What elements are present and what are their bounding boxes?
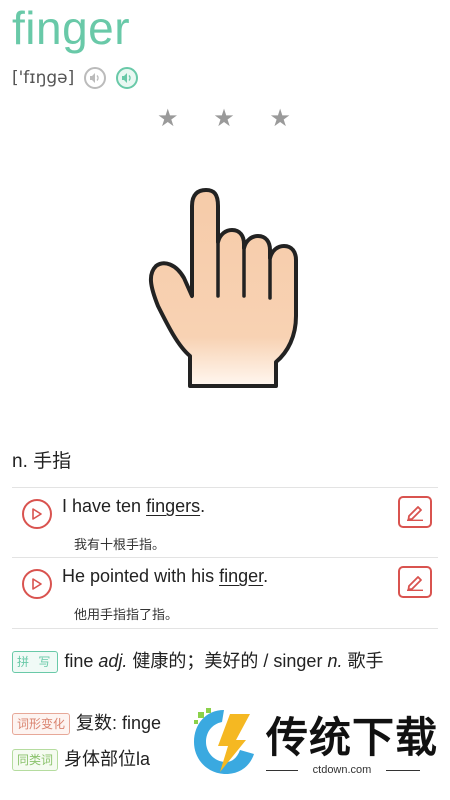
example-translation: 我有十根手指。: [74, 537, 166, 552]
morphology-text: 复数: finge: [76, 713, 162, 733]
speaker-icon[interactable]: [84, 67, 107, 89]
spelling-info: 拼 写 fine adj. 健康的；美好的 / singer n. 歌手: [12, 648, 432, 674]
watermark-line-right: [386, 770, 420, 771]
speaker-icon[interactable]: [116, 67, 139, 89]
watermark: 传统下载 ctdown.com: [180, 700, 450, 800]
example-row: He pointed with his finger. 他用手指指了指。: [12, 557, 438, 628]
difficulty-stars: ★ ★ ★: [157, 105, 305, 132]
example-row: I have ten fingers. 我有十根手指。: [12, 487, 438, 558]
finger-illustration: [148, 186, 308, 396]
definition: n. 手指: [12, 451, 72, 472]
divider: [12, 628, 438, 629]
similar-words-tag: 同类词: [12, 749, 59, 771]
spelling-tag: 拼 写: [12, 651, 59, 673]
play-icon[interactable]: [22, 499, 52, 529]
edit-icon[interactable]: [398, 566, 432, 598]
phonetic: ['fɪŋgə]: [12, 68, 75, 88]
spelling-text: fine adj. 健康的；美好的 / singer n. 歌手: [64, 651, 384, 671]
example-translation: 他用手指指了指。: [74, 607, 179, 622]
example-sentence: I have ten fingers.: [62, 496, 206, 516]
phonetic-row: ['fɪŋgə]: [12, 64, 139, 92]
edit-icon[interactable]: [398, 496, 432, 528]
similar-words-text: 身体部位la: [64, 749, 151, 769]
watermark-title: 传统下载: [266, 714, 439, 761]
play-icon[interactable]: [22, 569, 52, 599]
example-sentence: He pointed with his finger.: [62, 566, 269, 586]
watermark-logo-icon: [190, 706, 258, 783]
word-title: finger: [12, 2, 131, 54]
morphology-tag: 词形变化: [12, 713, 71, 735]
